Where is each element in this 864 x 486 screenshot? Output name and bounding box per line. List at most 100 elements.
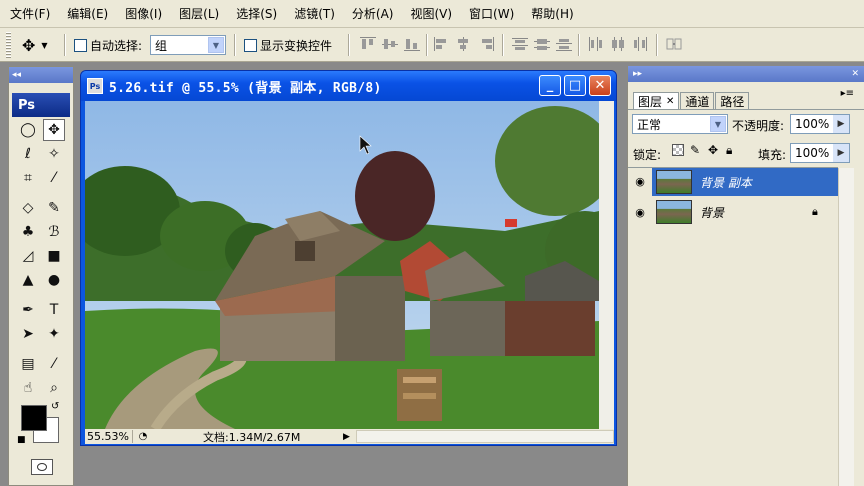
menu-select[interactable]: 选择(S) — [236, 5, 277, 22]
opacity-input[interactable]: 100% ▶ — [790, 114, 850, 134]
distribute-left-icon[interactable] — [588, 37, 604, 51]
distribute-hcenter-icon[interactable] — [610, 37, 626, 51]
foreground-color-swatch-top[interactable] — [21, 405, 47, 431]
move-tool-preset-icon[interactable]: ✥ ▼ — [22, 28, 48, 62]
menu-window[interactable]: 窗口(W) — [469, 5, 514, 22]
gradient-icon[interactable]: ■ — [43, 245, 65, 267]
minimize-button[interactable]: _ — [539, 75, 561, 96]
quick-mask-icon[interactable] — [31, 459, 53, 475]
layer-thumbnail — [656, 170, 692, 194]
align-bottom-icon[interactable] — [404, 37, 420, 51]
layer-row-background[interactable]: ◉ 背景 🔒︎ — [628, 198, 838, 226]
image-canvas[interactable] — [85, 101, 599, 429]
layer-row-background-copy[interactable]: ◉ 背景 副本 — [628, 168, 838, 196]
type-icon[interactable]: T — [43, 299, 65, 321]
menu-image[interactable]: 图像(I) — [125, 5, 162, 22]
fill-input[interactable]: 100% ▶ — [790, 143, 850, 163]
tab-paths[interactable]: 路径 — [715, 92, 750, 109]
tab-close-icon[interactable]: ✕ — [666, 96, 674, 107]
history-brush-icon[interactable]: ℬ — [43, 221, 65, 243]
show-transform-checkbox[interactable] — [244, 38, 257, 52]
smudge-eraser-icon[interactable]: ◿ — [17, 245, 39, 267]
tab-layers[interactable]: 图层 ✕ — [633, 92, 680, 109]
horizontal-scrollbar[interactable] — [355, 430, 614, 443]
layer-name[interactable]: 背景 — [700, 204, 724, 221]
expand-icon[interactable]: ▸▸ — [633, 69, 642, 79]
tab-channels[interactable]: 通道 — [680, 92, 715, 109]
blur-icon[interactable]: ▲ — [17, 269, 39, 291]
pen-icon[interactable]: ✒ — [17, 299, 39, 321]
swap-colors-icon[interactable]: ↺ — [51, 401, 59, 412]
divider — [426, 34, 428, 56]
document-icon: Ps — [87, 78, 103, 94]
palette-menu-icon[interactable]: ▸≡ — [841, 88, 854, 99]
lasso-icon[interactable]: ℓ — [17, 143, 39, 165]
auto-select-checkbox-group[interactable]: 自动选择: — [74, 28, 142, 62]
lock-position-icon[interactable]: ✥ — [708, 143, 718, 157]
blend-mode-dropdown[interactable]: 正常 ▼ — [632, 114, 728, 134]
maximize-button[interactable]: □ — [564, 75, 586, 96]
tool-palette-header[interactable]: ◂◂ — [9, 67, 73, 83]
slider-arrow-icon[interactable]: ▶ — [833, 115, 849, 133]
path-selection-icon[interactable]: ➤ — [17, 323, 39, 345]
status-icon[interactable]: ◔ — [133, 431, 153, 442]
default-colors-icon[interactable]: ■ — [17, 435, 26, 445]
crop-icon[interactable]: ⌗ — [17, 167, 39, 189]
hand-icon[interactable]: ☝ — [17, 377, 39, 399]
custom-shape-icon[interactable]: ✦ — [43, 323, 65, 345]
show-transform-checkbox-group[interactable]: 显示变换控件 — [244, 28, 332, 62]
align-top-icon[interactable] — [360, 37, 376, 51]
lock-label: 锁定: — [633, 148, 662, 162]
lock-transparency-icon[interactable] — [672, 144, 684, 156]
document-titlebar[interactable]: Ps 5.26.tif @ 55.5% (背景 副本, RGB/8) — [81, 71, 616, 101]
menu-filter[interactable]: 滤镜(T) — [294, 5, 335, 22]
distribute-right-icon[interactable] — [632, 37, 648, 51]
zoom-level[interactable]: 55.53% — [85, 430, 133, 443]
visibility-eye-icon[interactable]: ◉ — [628, 168, 652, 196]
magic-wand-icon[interactable]: ✧ — [43, 143, 65, 165]
close-button[interactable]: ✕ — [589, 75, 611, 96]
menu-layer[interactable]: 图层(L) — [179, 5, 219, 22]
notes-icon[interactable]: ▤ — [17, 353, 39, 375]
layers-scrollbar[interactable] — [838, 168, 854, 486]
layer-name[interactable]: 背景 副本 — [700, 174, 752, 191]
eraser-icon[interactable]: ◇ — [17, 197, 39, 219]
visibility-eye-icon[interactable]: ◉ — [628, 206, 652, 219]
brush-icon[interactable]: ✎ — [43, 197, 65, 219]
menu-analysis[interactable]: 分析(A) — [352, 5, 394, 22]
menu-help[interactable]: 帮助(H) — [531, 5, 573, 22]
align-right-icon[interactable] — [478, 37, 494, 51]
opacity-label: 不透明度: — [732, 119, 785, 133]
stamp-icon[interactable]: ♣ — [17, 221, 39, 243]
menu-edit[interactable]: 编辑(E) — [67, 5, 108, 22]
auto-select-checkbox[interactable] — [74, 38, 87, 52]
distribute-top-icon[interactable] — [512, 37, 528, 51]
layers-palette-header[interactable]: ▸▸ ✕ — [628, 66, 864, 82]
ps-logo[interactable]: Ps — [12, 93, 70, 117]
dodge-icon[interactable]: ● — [43, 269, 65, 291]
lock-pixels-icon[interactable]: ✎ — [690, 143, 700, 157]
palette-close-icon[interactable]: ✕ — [851, 69, 859, 79]
menu-view[interactable]: 视图(V) — [410, 5, 452, 22]
distribute-bottom-icon[interactable] — [556, 37, 572, 51]
auto-select-dropdown[interactable]: 组 ▼ — [150, 35, 226, 55]
blend-mode-value: 正常 — [637, 117, 662, 132]
zoom-icon[interactable]: ⌕ — [43, 377, 65, 399]
menu-file[interactable]: 文件(F) — [10, 5, 50, 22]
slider-arrow-icon[interactable]: ▶ — [833, 144, 849, 162]
elliptical-marquee-icon[interactable]: ◯ — [17, 119, 39, 141]
vertical-scrollbar[interactable] — [599, 101, 614, 429]
move-tool-icon[interactable]: ✥ — [43, 119, 65, 141]
tab-layers-label: 图层 — [638, 94, 663, 109]
slice-icon[interactable]: ⁄ — [43, 167, 65, 189]
align-left-icon[interactable] — [434, 37, 450, 51]
eyedropper-icon[interactable]: ⁄ — [43, 353, 65, 375]
lock-all-icon[interactable]: 🔒︎ — [726, 143, 732, 158]
collapse-icon[interactable]: ◂◂ — [12, 70, 21, 80]
status-menu-arrow-icon[interactable]: ▶ — [343, 432, 350, 442]
align-vcenter-icon[interactable] — [382, 37, 398, 51]
distribute-vcenter-icon[interactable] — [534, 37, 550, 51]
options-bar-grip[interactable] — [6, 32, 11, 58]
align-hcenter-icon[interactable] — [456, 37, 472, 51]
auto-align-layers-icon[interactable] — [666, 37, 682, 51]
